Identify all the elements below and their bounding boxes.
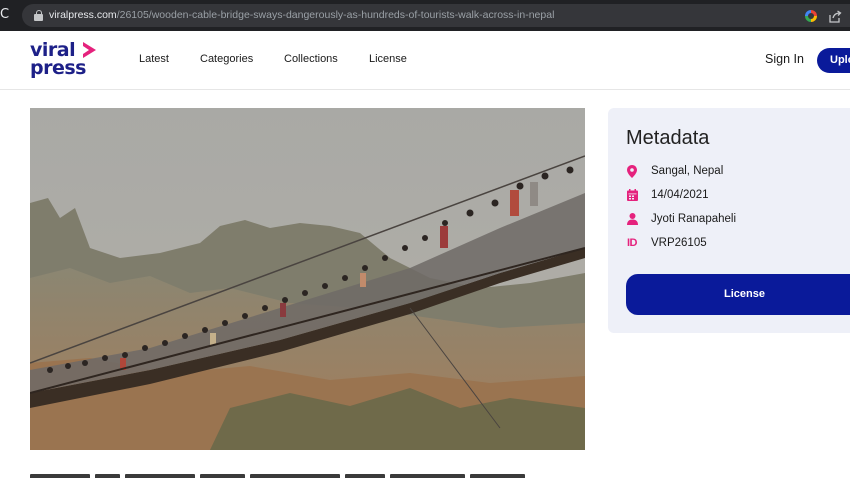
license-button[interactable]: License <box>626 274 850 315</box>
nav-license[interactable]: License <box>369 53 407 65</box>
url-host: viralpress.com <box>49 9 117 21</box>
sign-in-link[interactable]: Sign In <box>765 52 804 66</box>
user-icon <box>626 212 638 226</box>
viralpress-logo[interactable]: viral press <box>30 40 106 80</box>
calendar-icon <box>626 188 638 202</box>
id-row: ID VRP26105 <box>626 235 707 251</box>
metadata-card: Metadata Sangal, Nepal 14/04/2021 Jyoti … <box>608 108 850 333</box>
nav-categories[interactable]: Categories <box>200 53 253 65</box>
author-text: Jyoti Ranapaheli <box>651 213 737 225</box>
browser-toolbar: C viralpress.com/26105/wooden-cable-brid… <box>0 0 850 31</box>
logo-chevron-icon <box>83 42 96 58</box>
location-row: Sangal, Nepal <box>626 163 723 179</box>
id-text: VRP26105 <box>651 237 707 249</box>
nav-latest[interactable]: Latest <box>139 53 169 65</box>
article-text-cropped <box>30 471 590 478</box>
nav-collections[interactable]: Collections <box>284 53 338 65</box>
upload-button[interactable]: Upload <box>817 48 850 73</box>
logo-line-2: press <box>30 57 86 79</box>
date-text: 14/04/2021 <box>651 189 709 201</box>
location-pin-icon <box>626 164 638 178</box>
location-text: Sangal, Nepal <box>651 165 724 177</box>
url-text: viralpress.com/26105/wooden-cable-bridge… <box>49 9 554 22</box>
address-bar[interactable]: viralpress.com/26105/wooden-cable-bridge… <box>22 4 850 27</box>
id-icon: ID <box>627 237 638 249</box>
metadata-title: Metadata <box>626 127 710 149</box>
date-row: 14/04/2021 <box>626 187 709 203</box>
reload-icon[interactable]: C <box>0 8 14 22</box>
url-path: /26105/wooden-cable-bridge-sways-dangero… <box>116 9 555 21</box>
author-row: Jyoti Ranapaheli <box>626 211 736 227</box>
site-header: viral press Latest Categories Collection… <box>0 31 850 90</box>
lock-icon[interactable] <box>34 10 43 21</box>
google-icon[interactable] <box>805 10 817 22</box>
article-photo[interactable] <box>30 108 585 450</box>
share-icon[interactable] <box>828 9 842 23</box>
